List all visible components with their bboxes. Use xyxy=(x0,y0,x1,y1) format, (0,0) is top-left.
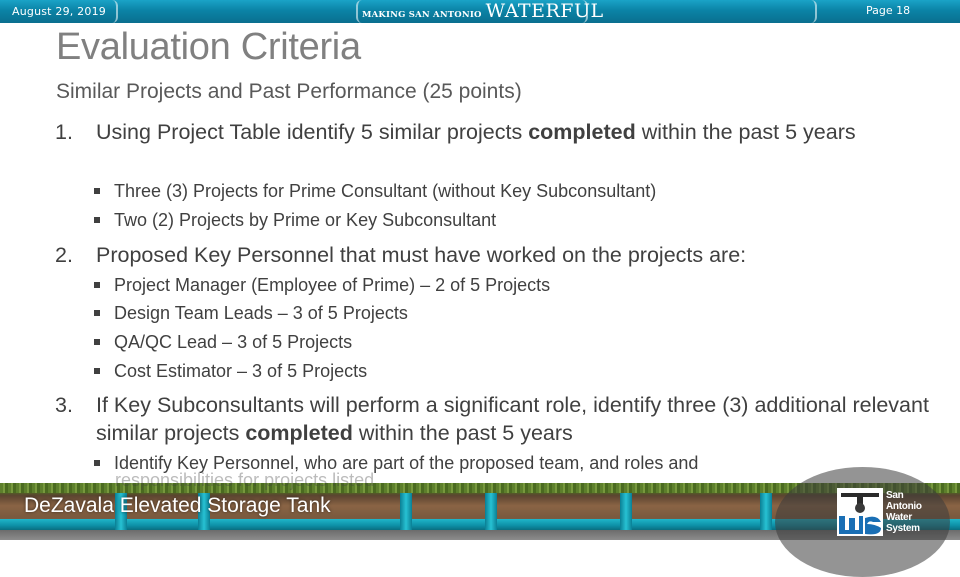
item-text-part: within the past 5 years xyxy=(635,120,856,144)
logo-word: System xyxy=(886,523,920,534)
item-text-part: within the past 5 years xyxy=(352,421,573,445)
logo-word: Antonio xyxy=(886,501,922,512)
saws-logo-icon xyxy=(837,488,883,536)
bullet-square-icon xyxy=(94,310,100,316)
bullet-square-icon xyxy=(94,460,100,466)
header-banner: August 29, 2019 MAKING SAN ANTONIO WATER… xyxy=(0,0,960,23)
bullet-square-icon xyxy=(94,282,100,288)
item-text-emphasis: completed xyxy=(528,120,636,144)
slide-date: August 29, 2019 xyxy=(12,5,106,18)
item-text: Using Project Table identify 5 similar p… xyxy=(96,118,946,146)
sub-bullet-text: Design Team Leads – 3 of 5 Projects xyxy=(114,303,408,323)
water-pipe xyxy=(485,493,497,530)
brand-wordmark: WATERFUL xyxy=(485,0,604,22)
item-text: Proposed Key Personnel that must have wo… xyxy=(96,243,747,267)
bullet-square-icon xyxy=(94,339,100,345)
water-pipe xyxy=(760,493,772,530)
logo-word: Water xyxy=(886,512,912,523)
item-number: 2. xyxy=(55,243,73,267)
item-text-emphasis: completed xyxy=(245,421,353,445)
sub-bullet-text: Two (2) Projects by Prime or Key Subcons… xyxy=(114,210,497,230)
image-caption: DeZavala Elevated Storage Tank xyxy=(24,494,331,517)
water-pipe xyxy=(620,493,632,530)
sub-bullet-text: Cost Estimator – 3 of 5 Projects xyxy=(114,361,368,381)
brand-tagline: MAKING SAN ANTONIO xyxy=(362,10,482,20)
sub-bullet-continuation: responsibilities for projects listed xyxy=(115,470,375,490)
slide-subtitle: Similar Projects and Past Performance (2… xyxy=(56,80,522,103)
page-number: Page 18 xyxy=(866,4,911,17)
water-pipe xyxy=(400,493,412,530)
item-number: 1. xyxy=(55,120,73,144)
waterful-brand-logo: MAKING SAN ANTONIO WATERFUL xyxy=(362,1,604,22)
sub-bullet-text: QA/QC Lead – 3 of 5 Projects xyxy=(114,332,353,352)
bullet-square-icon xyxy=(94,188,100,194)
saws-logo: San Antonio Water System xyxy=(837,487,932,537)
sub-bullet-text: Project Manager (Employee of Prime) – 2 … xyxy=(114,275,551,295)
bullet-square-icon xyxy=(94,368,100,374)
item-number: 3. xyxy=(55,393,73,417)
item-text-part: Using Project Table identify 5 similar p… xyxy=(96,120,529,144)
bullet-square-icon xyxy=(94,217,100,223)
item-text: If Key Subconsultants will perform a sig… xyxy=(96,391,946,447)
saws-logo-text: San Antonio Water System xyxy=(886,490,922,534)
logo-word: San xyxy=(886,490,904,501)
sub-bullet-text: Three (3) Projects for Prime Consultant … xyxy=(114,181,657,201)
slide-title: Evaluation Criteria xyxy=(56,26,361,68)
